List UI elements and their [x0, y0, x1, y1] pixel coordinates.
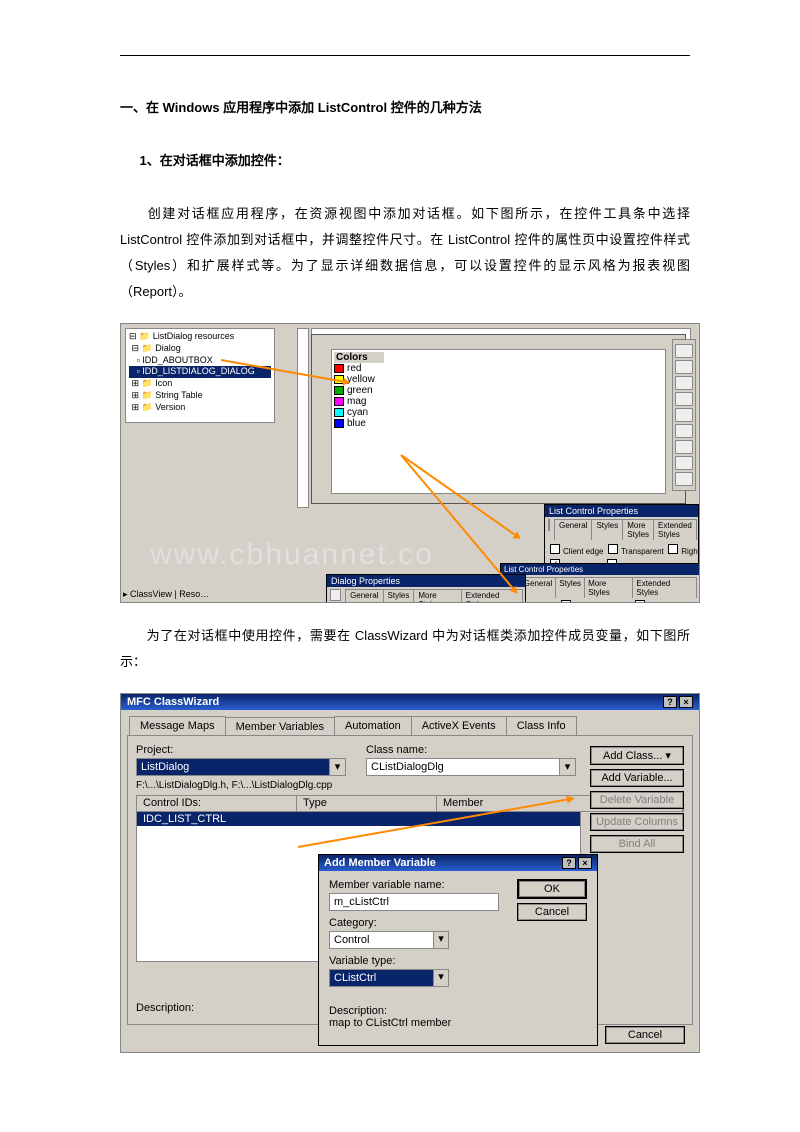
classwizard-titlebar: MFC ClassWizard ?×: [121, 694, 699, 710]
close-icon: ×: [679, 696, 693, 708]
class-name-combo[interactable]: CListDialogDlg▾: [366, 758, 576, 776]
paragraph-2: 为了在对话框中使用控件，需要在 ClassWizard 中为对话框类添加控件成员…: [120, 623, 690, 675]
close-icon[interactable]: ×: [578, 857, 592, 869]
list-item[interactable]: IDC_LIST_CTRL: [137, 812, 580, 826]
tab-styles[interactable]: Styles: [555, 577, 585, 598]
amv-description-label: Description:: [329, 1005, 587, 1017]
add-member-variable-dialog[interactable]: Add Member Variable ?× Member variable n…: [318, 854, 598, 1046]
tab-member-variables[interactable]: Member Variables: [225, 717, 335, 736]
tab-extended-styles[interactable]: Extended Styles: [632, 577, 697, 598]
update-columns-button[interactable]: Update Columns: [590, 813, 684, 831]
chevron-down-icon[interactable]: ▾: [433, 932, 448, 948]
tab-automation[interactable]: Automation: [334, 716, 412, 735]
prop-titlebar: List Control Properties: [501, 564, 699, 575]
variable-type-label: Variable type:: [329, 955, 587, 967]
subheading-1: 1、在对话框中添加控件：: [120, 149, 690, 174]
top-rule: [120, 55, 690, 56]
add-variable-button[interactable]: Add Variable...: [590, 769, 684, 787]
tab-styles[interactable]: Styles: [383, 589, 415, 603]
ok-button[interactable]: OK: [517, 879, 587, 899]
tab-message-maps[interactable]: Message Maps: [129, 716, 226, 735]
wizard-cancel-button[interactable]: Cancel: [605, 1026, 685, 1044]
help-icon[interactable]: ?: [562, 857, 576, 869]
dialog-properties[interactable]: Dialog Properties General Styles More St…: [326, 574, 526, 603]
prop-titlebar: Dialog Properties: [327, 575, 525, 587]
tab-more-styles[interactable]: More Styles: [413, 589, 461, 603]
listcontrol-properties-general-styles[interactable]: List Control Properties General Styles M…: [500, 563, 700, 603]
tab-activex-events[interactable]: ActiveX Events: [411, 716, 507, 735]
delete-variable-button[interactable]: Delete Variable: [590, 791, 684, 809]
control-toolbox[interactable]: [672, 339, 696, 491]
paragraph-1: 创建对话框应用程序，在资源视图中添加对话框。如下图所示，在控件工具条中选择 Li…: [120, 201, 690, 305]
chevron-down-icon[interactable]: ▾: [329, 759, 345, 775]
tab-class-info[interactable]: Class Info: [506, 716, 577, 735]
add-class-button[interactable]: Add Class... ▾: [590, 746, 684, 765]
classwizard-tabs[interactable]: Message Maps Member Variables Automation…: [121, 710, 699, 735]
tab-general[interactable]: General: [554, 519, 592, 540]
pushpin-icon[interactable]: [548, 519, 550, 531]
amv-description-value: map to CListCtrl member: [329, 1017, 587, 1029]
window-buttons[interactable]: ?×: [661, 696, 693, 708]
tab-more-styles[interactable]: More Styles: [584, 577, 633, 598]
prop-titlebar: List Control Properties: [545, 505, 698, 517]
chevron-down-icon[interactable]: ▾: [433, 970, 448, 986]
project-label: Project:: [136, 744, 346, 756]
tab-general[interactable]: General: [345, 589, 383, 603]
resource-tree[interactable]: ⊟ 📁 ListDialog resources ⊟ 📁 Dialog ▫ ID…: [125, 328, 275, 423]
tab-extended-styles[interactable]: Extended Styles: [653, 519, 697, 540]
listcontrol-preview[interactable]: Colors red yellow green mag cyan blue: [334, 352, 384, 442]
figure-1-dialog-editor: ⊟ 📁 ListDialog resources ⊟ 📁 Dialog ▫ ID…: [120, 323, 700, 603]
ruler-vertical: [297, 328, 309, 508]
heading-1: 一、在 Windows 应用程序中添加 ListControl 控件的几种方法: [120, 96, 690, 121]
chevron-down-icon[interactable]: ▾: [559, 759, 575, 775]
dialog-canvas[interactable]: Colors red yellow green mag cyan blue: [331, 349, 666, 494]
description-label: Description:: [136, 1002, 194, 1014]
tab-more-styles[interactable]: More Styles: [622, 519, 654, 540]
pushpin-icon[interactable]: [330, 589, 341, 601]
tab-styles[interactable]: Styles: [591, 519, 623, 540]
help-icon: ?: [663, 696, 677, 708]
variable-type-combo[interactable]: CListCtrl▾: [329, 969, 449, 987]
figure-2-classwizard: MFC ClassWizard ?× Message Maps Member V…: [120, 693, 700, 1053]
project-combo[interactable]: ListDialog▾: [136, 758, 346, 776]
cancel-button[interactable]: Cancel: [517, 903, 587, 921]
workspace-tabs[interactable]: ▸ ClassView | Reso…: [123, 589, 209, 600]
category-combo[interactable]: Control▾: [329, 931, 449, 949]
bind-all-button[interactable]: Bind All: [590, 835, 684, 853]
class-name-label: Class name:: [366, 744, 576, 756]
amv-titlebar: Add Member Variable ?×: [319, 855, 597, 871]
member-var-name-input[interactable]: m_cListCtrl: [329, 893, 499, 911]
